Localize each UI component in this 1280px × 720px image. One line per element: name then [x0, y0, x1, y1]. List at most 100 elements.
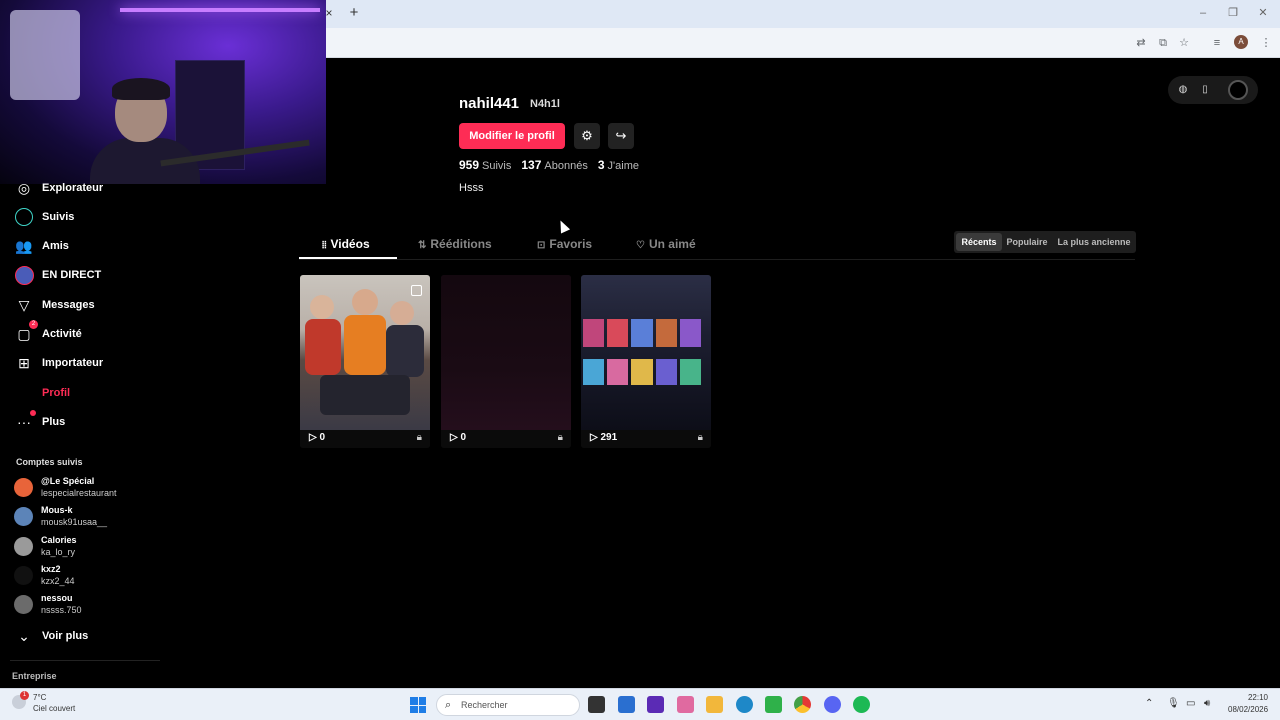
profile-nickname: N4h1l [530, 98, 560, 110]
followers-stat[interactable]: 137 Abonnés [521, 158, 587, 172]
sort-recent[interactable]: Récents [956, 233, 1002, 251]
avatar [14, 478, 33, 497]
profile-icon [14, 383, 34, 403]
more-badge [30, 410, 36, 416]
sidebar-item-label: EN DIRECT [42, 269, 102, 281]
followed-account[interactable]: @Le Spécial lespecialrestaurant [14, 476, 154, 502]
bookmark-icon: ⊡ [537, 240, 546, 251]
tab-liked[interactable]: ♡ Un aimé [636, 237, 696, 255]
sidebar-item-following[interactable]: Suivis [14, 206, 154, 228]
see-more-label: Voir plus [42, 630, 89, 642]
bookmark-star-icon[interactable]: ☆ [1177, 36, 1191, 50]
tab-reposts[interactable]: ⇅ Rééditions [418, 237, 492, 255]
taskbar: 1 7°C Ciel couvert ⌕ Rechercher ⌃ 🎙︎ ▭ 🔊… [0, 688, 1280, 720]
sidebar-item-label: Plus [42, 416, 66, 428]
video-card[interactable]: ▷ 0 🔒︎ [441, 275, 571, 448]
coin-icon[interactable]: ◍ [1176, 83, 1190, 97]
store-icon[interactable] [618, 696, 635, 713]
sidebar-item-more[interactable]: ··· Plus [14, 410, 154, 433]
discord-icon[interactable] [824, 696, 841, 713]
network-icon[interactable]: ▭ [1186, 698, 1195, 709]
search-icon: ⌕ [445, 699, 452, 711]
sidebar-item-label: Suivis [42, 211, 75, 223]
tab-favorites[interactable]: ⊡ Favoris [537, 237, 592, 255]
volume-icon[interactable]: 🔊︎ [1204, 698, 1210, 709]
followed-account[interactable]: Mous-k mousk91usaa__ [14, 505, 154, 531]
account-name: Mous-k [41, 505, 73, 515]
account-handle: kzx2_44 [41, 576, 75, 586]
screen: × + – ❐ ✕ ⇄ ⧉ ☆ ≡ ⋮ A ◎ Explorateur Suiv… [0, 0, 1280, 720]
minimize-icon[interactable]: – [1196, 6, 1210, 20]
sidebar-item-profile[interactable]: Profil [14, 382, 154, 404]
video-footer: ▷ 0 🔒︎ [300, 430, 430, 448]
file-explorer-icon[interactable] [706, 696, 723, 713]
sidebar-item-live[interactable]: EN DIRECT [14, 264, 154, 286]
install-app-icon[interactable]: ⧉ [1156, 36, 1170, 50]
followed-account[interactable]: Calories ka_lo_ry [14, 535, 154, 561]
account-handle: mousk91usaa__ [41, 517, 108, 527]
weather-temperature: 7°C [33, 693, 47, 702]
account-name: Calories [41, 535, 77, 545]
sidebar-item-upload[interactable]: ⊞ Importateur [14, 352, 154, 374]
reading-list-icon[interactable]: ≡ [1210, 36, 1224, 50]
app-icon[interactable] [647, 696, 664, 713]
window-close-icon[interactable]: ✕ [1256, 6, 1270, 20]
microphone-icon[interactable]: 🎙︎ [1167, 698, 1180, 709]
video-thumbnail [581, 275, 711, 430]
new-tab-button[interactable]: + [346, 5, 362, 21]
tab-videos[interactable]: ⦙⦙ Vidéos [322, 237, 370, 255]
sidebar-item-explorer[interactable]: ◎ Explorateur [14, 177, 154, 199]
see-more-button[interactable]: ⌄ Voir plus [14, 626, 88, 646]
menu-dots-icon[interactable]: ⋮ [1259, 36, 1273, 50]
windows-start-icon[interactable] [410, 697, 426, 713]
sidebar-item-activity[interactable]: ▢ 2 Activité [14, 320, 154, 345]
sidebar-item-friends[interactable]: 👥 Amis [14, 235, 154, 257]
video-card[interactable]: ▷ 0 🔒︎ [300, 275, 430, 448]
account-name: kxz2 [41, 564, 61, 574]
copilot-icon[interactable] [677, 696, 694, 713]
restore-icon[interactable]: ❐ [1226, 6, 1240, 20]
following-icon [14, 207, 34, 227]
compass-icon: ◎ [17, 180, 31, 196]
followed-accounts-title: Comptes suivis [16, 457, 83, 467]
followed-account[interactable]: nessou nssss.750 [14, 593, 154, 619]
sidebar-item-messages[interactable]: ▽ Messages [14, 294, 154, 316]
mobile-icon[interactable]: ▯ [1198, 83, 1212, 97]
sort-oldest[interactable]: La plus ancienne [1054, 233, 1134, 251]
clock[interactable]: 22:10 08/02/2026 [1228, 693, 1268, 714]
followed-account[interactable]: kxz2 kzx2_44 [14, 564, 154, 590]
edit-profile-button[interactable]: Modifier le profil [459, 123, 565, 149]
video-card[interactable]: ▷ 291 🔒︎ [581, 275, 711, 448]
sort-popular[interactable]: Populaire [1004, 233, 1050, 251]
avatar [14, 537, 33, 556]
taskbar-search[interactable]: ⌕ Rechercher [436, 694, 580, 716]
avatar [14, 507, 33, 526]
send-icon: ▽ [18, 297, 30, 313]
activity-badge: 2 [29, 320, 38, 329]
edge-icon[interactable] [736, 696, 753, 713]
multi-image-icon [411, 285, 422, 296]
following-stat[interactable]: 959 Suivis [459, 158, 511, 172]
android-app-icon[interactable] [765, 696, 782, 713]
divider [10, 660, 160, 661]
account-name: nessou [41, 593, 73, 603]
share-icon[interactable]: ↪ [608, 123, 634, 149]
company-link[interactable]: Entreprise [12, 671, 57, 681]
chevron-down-icon: ⌄ [18, 628, 30, 644]
weather-badge: 1 [20, 691, 29, 700]
sidebar-item-label: Profil [42, 387, 71, 399]
browser-profile-avatar[interactable]: A [1234, 35, 1248, 49]
tabs-divider [299, 259, 1135, 260]
translate-icon[interactable]: ⇄ [1134, 36, 1148, 50]
tray-chevron-icon[interactable]: ⌃ [1145, 698, 1153, 709]
view-count: ▷ 0 [450, 432, 467, 443]
task-view-icon[interactable] [588, 696, 605, 713]
chrome-icon[interactable] [794, 696, 811, 713]
settings-gear-icon[interactable]: ⚙ [574, 123, 600, 149]
avatar [14, 566, 33, 585]
spotify-icon[interactable] [853, 696, 870, 713]
clock-date: 08/02/2026 [1228, 705, 1269, 714]
theme-toggle[interactable] [1228, 80, 1248, 100]
account-handle: lespecialrestaurant [41, 488, 117, 498]
friends-icon: 👥 [15, 238, 33, 254]
